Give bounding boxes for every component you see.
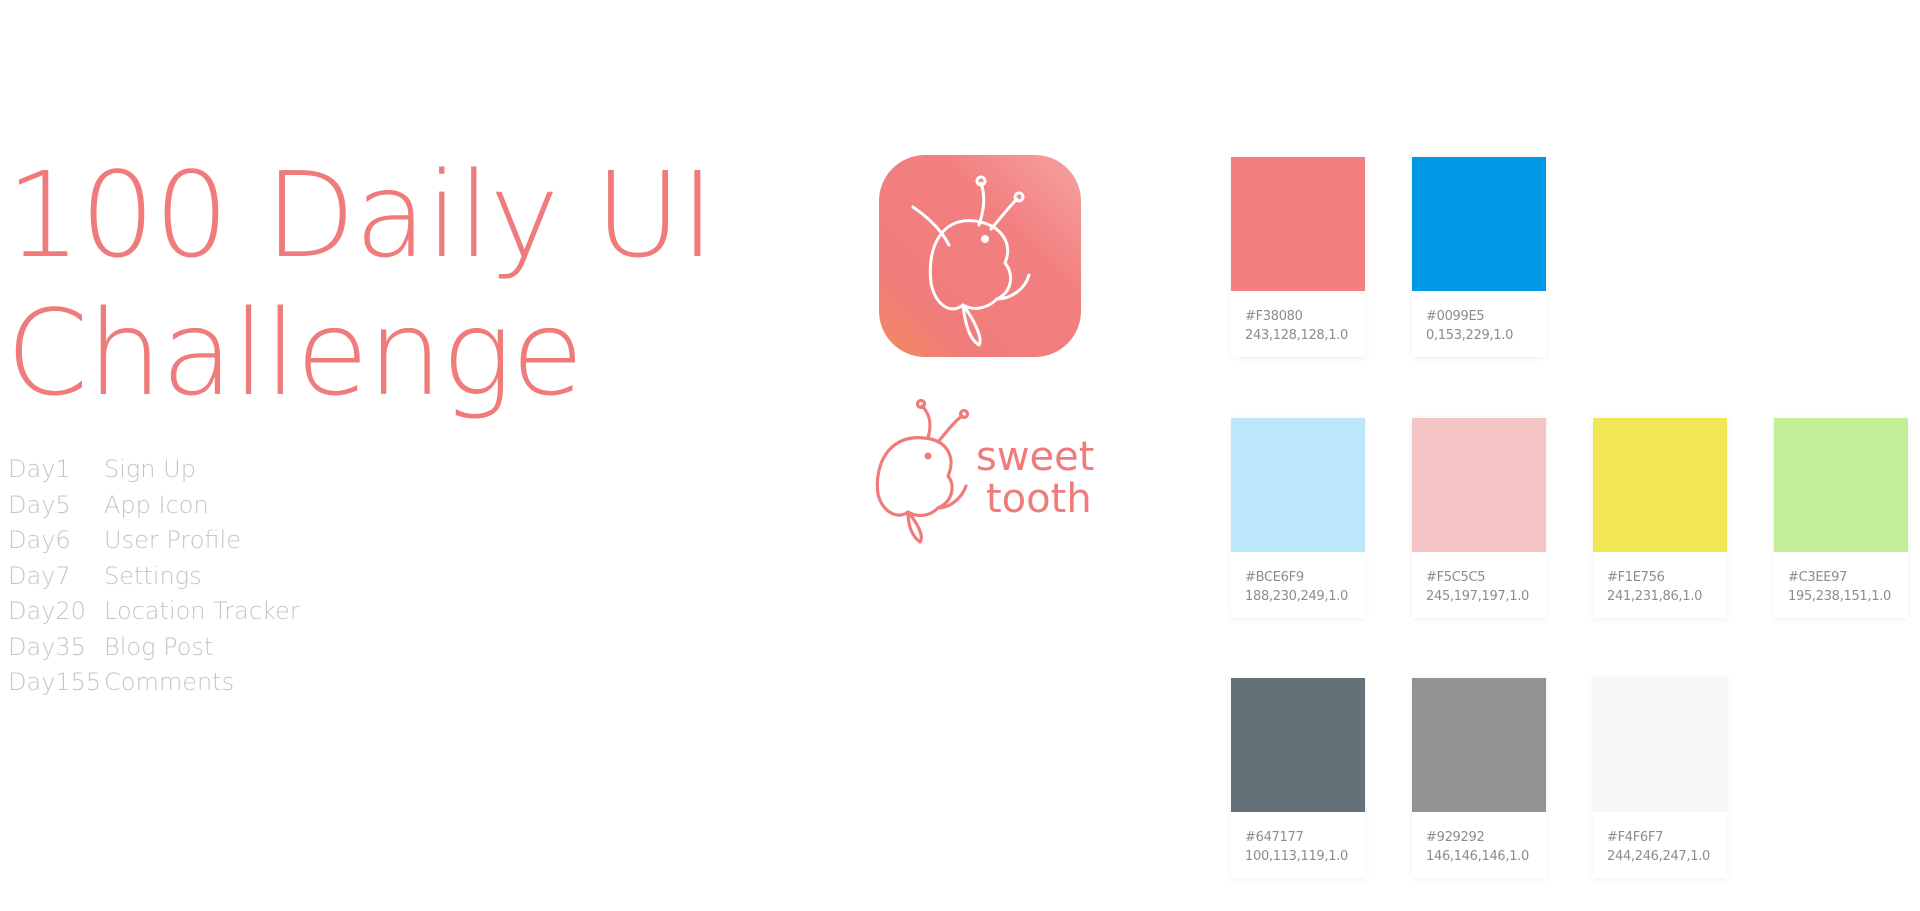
day-number: Day5 — [8, 490, 71, 519]
logo-word-tooth: tooth — [986, 476, 1092, 522]
swatch-rgba: 188,230,249,1.0 — [1245, 589, 1349, 604]
color-swatch: #F1E756 241,231,86,1.0 — [1593, 418, 1727, 618]
swatch-rgba: 195,238,151,1.0 — [1788, 589, 1892, 604]
day-item: Day1 Sign Up — [8, 452, 300, 488]
day-item: Day7 Settings — [8, 559, 300, 595]
color-swatch: #F38080 243,128,128,1.0 — [1231, 157, 1365, 357]
day-item: Day20 Location Tracker — [8, 594, 300, 630]
swatch-hex: #F4F6F7 — [1607, 830, 1664, 845]
swatch-hex: #C3EE97 — [1788, 570, 1848, 585]
title-line-2: Challenge — [6, 284, 584, 422]
day-label: User Profile — [104, 526, 241, 554]
color-swatch: #0099E5 0,153,229,1.0 — [1412, 157, 1546, 357]
day-label: Comments — [104, 668, 235, 696]
swatch-chip — [1593, 418, 1727, 552]
day-number: Day155 — [8, 668, 102, 696]
swatch-hex: #BCE6F9 — [1245, 570, 1304, 585]
swatch-rgba: 243,128,128,1.0 — [1245, 328, 1349, 343]
day-label: Blog Post — [104, 632, 214, 661]
day-label: Location Tracker — [104, 597, 300, 625]
swatch-rgba: 0,153,229,1.0 — [1426, 328, 1514, 343]
logo-word-sweet: sweet — [976, 434, 1094, 480]
swatch-chip — [1593, 678, 1727, 812]
color-swatch: #647177 100,113,119,1.0 — [1231, 678, 1365, 878]
swatch-hex: #F5C5C5 — [1426, 570, 1486, 585]
swatch-hex: #0099E5 — [1426, 309, 1485, 324]
swatch-chip — [1412, 678, 1546, 812]
day-number: Day35 — [8, 632, 86, 661]
swatch-chip — [1774, 418, 1908, 552]
day-item: Day6 User Profile — [8, 523, 300, 559]
page-title: 100 Daily UI Challenge — [6, 146, 715, 422]
day-list: Day1 Sign Up Day5 App Icon Day6 User Profil… — [8, 452, 300, 701]
swatch-chip — [1231, 678, 1365, 812]
day-item: Day35 Blog Post — [8, 630, 300, 666]
color-swatch: #F5C5C5 245,197,197,1.0 — [1412, 418, 1546, 618]
swatch-hex: #F38080 — [1245, 309, 1303, 324]
sweet-tooth-app-icon — [879, 155, 1081, 357]
day-label: Sign Up — [104, 455, 196, 483]
day-label: Settings — [104, 561, 202, 590]
day-number: Day6 — [8, 526, 71, 554]
swatch-rgba: 100,113,119,1.0 — [1245, 849, 1349, 864]
swatch-rgba: 146,146,146,1.0 — [1426, 849, 1530, 864]
color-swatch: #F4F6F7 244,246,247,1.0 — [1593, 678, 1727, 878]
day-label: App Icon — [104, 490, 209, 519]
color-swatch: #C3EE97 195,238,151,1.0 — [1774, 418, 1908, 618]
sweet-tooth-logo: sweet tooth — [875, 398, 1094, 544]
swatch-chip — [1231, 157, 1365, 291]
swatch-rgba: 241,231,86,1.0 — [1607, 589, 1703, 604]
swatch-hex: #647177 — [1245, 830, 1304, 845]
swatch-hex: #F1E756 — [1607, 570, 1665, 585]
swatch-chip — [1231, 418, 1365, 552]
swatch-chip — [1412, 157, 1546, 291]
color-swatch: #BCE6F9 188,230,249,1.0 — [1231, 418, 1365, 618]
swatch-rgba: 245,197,197,1.0 — [1426, 589, 1530, 604]
day-item: Day5 App Icon — [8, 488, 300, 524]
day-item: Day155 Comments — [8, 665, 300, 701]
swatch-hex: #929292 — [1426, 830, 1485, 845]
title-line-1: 100 Daily UI — [6, 146, 715, 284]
swatch-rgba: 244,246,247,1.0 — [1607, 849, 1711, 864]
color-swatch: #929292 146,146,146,1.0 — [1412, 678, 1546, 878]
day-number: Day20 — [8, 597, 86, 625]
day-number: Day1 — [8, 455, 71, 483]
swatch-chip — [1412, 418, 1546, 552]
day-number: Day7 — [8, 561, 71, 590]
